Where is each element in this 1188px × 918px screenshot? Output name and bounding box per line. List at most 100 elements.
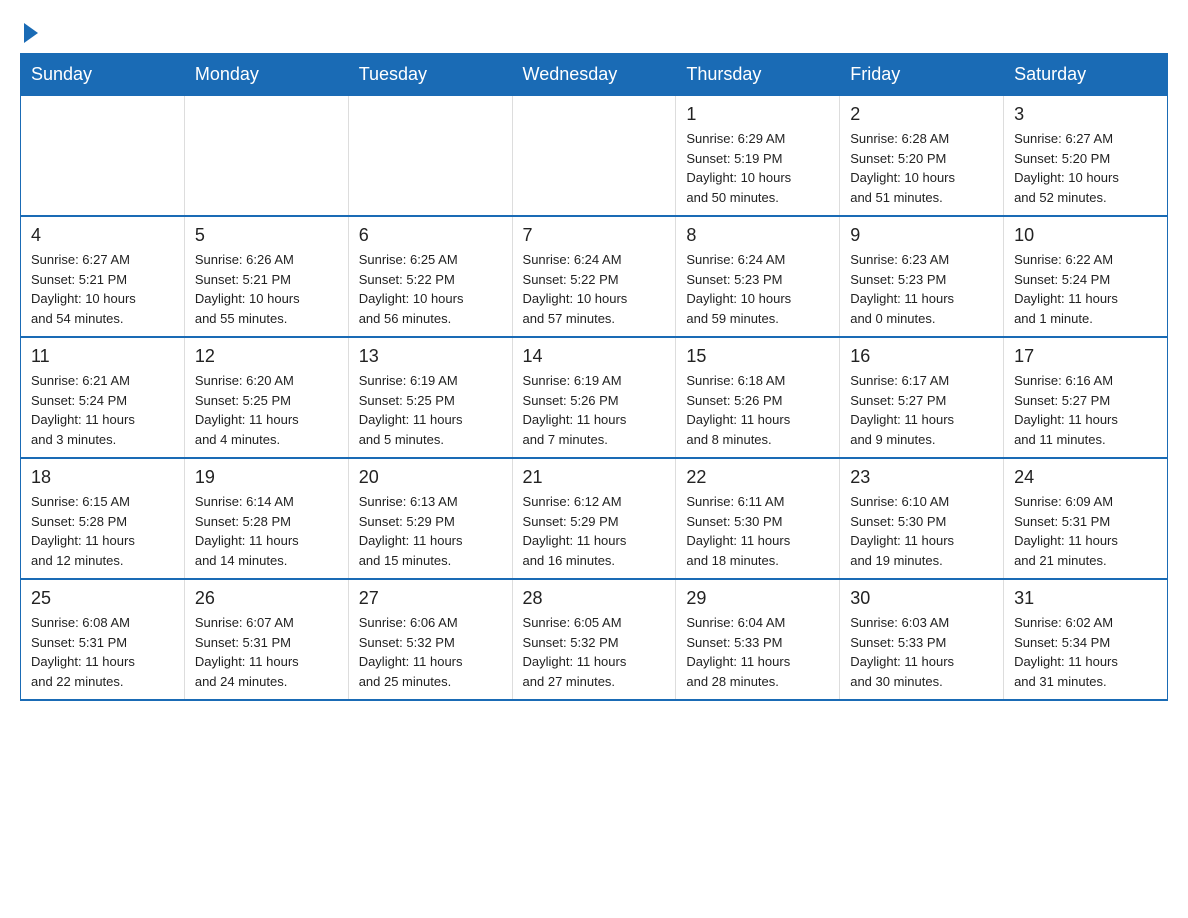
- calendar-cell: 16 Sunrise: 6:17 AM Sunset: 5:27 PM Dayli…: [840, 337, 1004, 458]
- day-info: Sunrise: 6:22 AM Sunset: 5:24 PM Dayligh…: [1014, 250, 1157, 328]
- day-info: Sunrise: 6:14 AM Sunset: 5:28 PM Dayligh…: [195, 492, 338, 570]
- day-info: Sunrise: 6:21 AM Sunset: 5:24 PM Dayligh…: [31, 371, 174, 449]
- day-info: Sunrise: 6:24 AM Sunset: 5:23 PM Dayligh…: [686, 250, 829, 328]
- calendar-cell: 2 Sunrise: 6:28 AM Sunset: 5:20 PM Daylig…: [840, 96, 1004, 217]
- logo: [20, 25, 38, 43]
- header-day-saturday: Saturday: [1004, 54, 1168, 96]
- day-info: Sunrise: 6:20 AM Sunset: 5:25 PM Dayligh…: [195, 371, 338, 449]
- day-info: Sunrise: 6:09 AM Sunset: 5:31 PM Dayligh…: [1014, 492, 1157, 570]
- calendar-header: SundayMondayTuesdayWednesdayThursdayFrid…: [21, 54, 1168, 96]
- day-number: 22: [686, 467, 829, 488]
- day-info: Sunrise: 6:11 AM Sunset: 5:30 PM Dayligh…: [686, 492, 829, 570]
- day-number: 21: [523, 467, 666, 488]
- day-info: Sunrise: 6:26 AM Sunset: 5:21 PM Dayligh…: [195, 250, 338, 328]
- day-number: 24: [1014, 467, 1157, 488]
- day-info: Sunrise: 6:13 AM Sunset: 5:29 PM Dayligh…: [359, 492, 502, 570]
- day-info: Sunrise: 6:08 AM Sunset: 5:31 PM Dayligh…: [31, 613, 174, 691]
- calendar-cell: 9 Sunrise: 6:23 AM Sunset: 5:23 PM Daylig…: [840, 216, 1004, 337]
- calendar-week-row: 18 Sunrise: 6:15 AM Sunset: 5:28 PM Dayli…: [21, 458, 1168, 579]
- calendar-week-row: 1Sunrise: 6:29 AM Sunset: 5:19 PM Daylig…: [21, 96, 1168, 217]
- calendar-cell: 1Sunrise: 6:29 AM Sunset: 5:19 PM Daylig…: [676, 96, 840, 217]
- day-number: 3: [1014, 104, 1157, 125]
- calendar-cell: 3 Sunrise: 6:27 AM Sunset: 5:20 PM Daylig…: [1004, 96, 1168, 217]
- day-info: Sunrise: 6:03 AM Sunset: 5:33 PM Dayligh…: [850, 613, 993, 691]
- day-info: Sunrise: 6:28 AM Sunset: 5:20 PM Dayligh…: [850, 129, 993, 207]
- header-day-monday: Monday: [184, 54, 348, 96]
- calendar-cell: 27 Sunrise: 6:06 AM Sunset: 5:32 PM Dayli…: [348, 579, 512, 700]
- day-info: Sunrise: 6:17 AM Sunset: 5:27 PM Dayligh…: [850, 371, 993, 449]
- day-number: 5: [195, 225, 338, 246]
- day-number: 16: [850, 346, 993, 367]
- day-info: Sunrise: 6:06 AM Sunset: 5:32 PM Dayligh…: [359, 613, 502, 691]
- day-info: Sunrise: 6:04 AM Sunset: 5:33 PM Dayligh…: [686, 613, 829, 691]
- calendar-cell: 19Sunrise: 6:14 AM Sunset: 5:28 PM Dayli…: [184, 458, 348, 579]
- day-number: 11: [31, 346, 174, 367]
- calendar-cell: 17Sunrise: 6:16 AM Sunset: 5:27 PM Dayli…: [1004, 337, 1168, 458]
- page-header: [20, 20, 1168, 43]
- calendar-cell: 31 Sunrise: 6:02 AM Sunset: 5:34 PM Dayli…: [1004, 579, 1168, 700]
- calendar-cell: 10 Sunrise: 6:22 AM Sunset: 5:24 PM Dayli…: [1004, 216, 1168, 337]
- day-number: 12: [195, 346, 338, 367]
- calendar-cell: 8 Sunrise: 6:24 AM Sunset: 5:23 PM Daylig…: [676, 216, 840, 337]
- calendar-cell: 25Sunrise: 6:08 AM Sunset: 5:31 PM Dayli…: [21, 579, 185, 700]
- day-info: Sunrise: 6:19 AM Sunset: 5:25 PM Dayligh…: [359, 371, 502, 449]
- header-day-wednesday: Wednesday: [512, 54, 676, 96]
- day-info: Sunrise: 6:18 AM Sunset: 5:26 PM Dayligh…: [686, 371, 829, 449]
- day-number: 18: [31, 467, 174, 488]
- calendar-cell: 13Sunrise: 6:19 AM Sunset: 5:25 PM Dayli…: [348, 337, 512, 458]
- calendar-cell: 23 Sunrise: 6:10 AM Sunset: 5:30 PM Dayli…: [840, 458, 1004, 579]
- day-number: 1: [686, 104, 829, 125]
- day-number: 23: [850, 467, 993, 488]
- day-info: Sunrise: 6:19 AM Sunset: 5:26 PM Dayligh…: [523, 371, 666, 449]
- calendar-cell: 29 Sunrise: 6:04 AM Sunset: 5:33 PM Dayli…: [676, 579, 840, 700]
- day-info: Sunrise: 6:02 AM Sunset: 5:34 PM Dayligh…: [1014, 613, 1157, 691]
- day-number: 8: [686, 225, 829, 246]
- calendar-cell: 15 Sunrise: 6:18 AM Sunset: 5:26 PM Dayli…: [676, 337, 840, 458]
- day-number: 7: [523, 225, 666, 246]
- day-info: Sunrise: 6:12 AM Sunset: 5:29 PM Dayligh…: [523, 492, 666, 570]
- calendar-cell: 7 Sunrise: 6:24 AM Sunset: 5:22 PM Daylig…: [512, 216, 676, 337]
- calendar-cell: 30 Sunrise: 6:03 AM Sunset: 5:33 PM Dayli…: [840, 579, 1004, 700]
- header-day-friday: Friday: [840, 54, 1004, 96]
- calendar-cell: [512, 96, 676, 217]
- calendar-cell: 26 Sunrise: 6:07 AM Sunset: 5:31 PM Dayli…: [184, 579, 348, 700]
- calendar-cell: 4Sunrise: 6:27 AM Sunset: 5:21 PM Daylig…: [21, 216, 185, 337]
- calendar-cell: 12 Sunrise: 6:20 AM Sunset: 5:25 PM Dayli…: [184, 337, 348, 458]
- day-number: 10: [1014, 225, 1157, 246]
- calendar-cell: 18 Sunrise: 6:15 AM Sunset: 5:28 PM Dayli…: [21, 458, 185, 579]
- day-info: Sunrise: 6:27 AM Sunset: 5:21 PM Dayligh…: [31, 250, 174, 328]
- calendar-cell: [184, 96, 348, 217]
- calendar-cell: 6 Sunrise: 6:25 AM Sunset: 5:22 PM Daylig…: [348, 216, 512, 337]
- day-number: 15: [686, 346, 829, 367]
- day-info: Sunrise: 6:27 AM Sunset: 5:20 PM Dayligh…: [1014, 129, 1157, 207]
- calendar-cell: 11 Sunrise: 6:21 AM Sunset: 5:24 PM Dayli…: [21, 337, 185, 458]
- calendar-week-row: 4Sunrise: 6:27 AM Sunset: 5:21 PM Daylig…: [21, 216, 1168, 337]
- calendar-cell: 22 Sunrise: 6:11 AM Sunset: 5:30 PM Dayli…: [676, 458, 840, 579]
- day-number: 27: [359, 588, 502, 609]
- day-number: 17: [1014, 346, 1157, 367]
- header-day-sunday: Sunday: [21, 54, 185, 96]
- calendar-cell: 5 Sunrise: 6:26 AM Sunset: 5:21 PM Daylig…: [184, 216, 348, 337]
- calendar-week-row: 25Sunrise: 6:08 AM Sunset: 5:31 PM Dayli…: [21, 579, 1168, 700]
- day-info: Sunrise: 6:15 AM Sunset: 5:28 PM Dayligh…: [31, 492, 174, 570]
- header-day-thursday: Thursday: [676, 54, 840, 96]
- day-number: 31: [1014, 588, 1157, 609]
- day-info: Sunrise: 6:25 AM Sunset: 5:22 PM Dayligh…: [359, 250, 502, 328]
- day-number: 26: [195, 588, 338, 609]
- day-info: Sunrise: 6:24 AM Sunset: 5:22 PM Dayligh…: [523, 250, 666, 328]
- calendar-cell: [21, 96, 185, 217]
- calendar-table: SundayMondayTuesdayWednesdayThursdayFrid…: [20, 53, 1168, 701]
- day-number: 30: [850, 588, 993, 609]
- day-number: 2: [850, 104, 993, 125]
- day-number: 6: [359, 225, 502, 246]
- day-number: 9: [850, 225, 993, 246]
- calendar-cell: 28 Sunrise: 6:05 AM Sunset: 5:32 PM Dayli…: [512, 579, 676, 700]
- day-info: Sunrise: 6:07 AM Sunset: 5:31 PM Dayligh…: [195, 613, 338, 691]
- day-number: 28: [523, 588, 666, 609]
- calendar-cell: 20Sunrise: 6:13 AM Sunset: 5:29 PM Dayli…: [348, 458, 512, 579]
- day-info: Sunrise: 6:10 AM Sunset: 5:30 PM Dayligh…: [850, 492, 993, 570]
- day-info: Sunrise: 6:23 AM Sunset: 5:23 PM Dayligh…: [850, 250, 993, 328]
- day-number: 29: [686, 588, 829, 609]
- day-info: Sunrise: 6:05 AM Sunset: 5:32 PM Dayligh…: [523, 613, 666, 691]
- calendar-cell: [348, 96, 512, 217]
